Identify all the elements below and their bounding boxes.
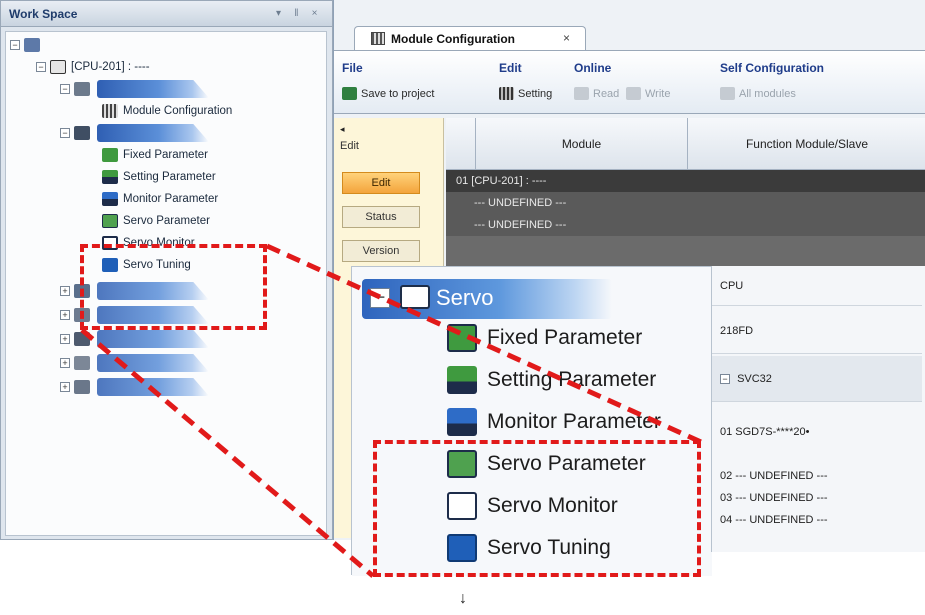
- connector-line-bottom: [80, 328, 375, 578]
- down-arrow-icon: ↓: [459, 590, 467, 607]
- connector-lines: [80, 243, 703, 578]
- connector-line-top: [265, 243, 703, 445]
